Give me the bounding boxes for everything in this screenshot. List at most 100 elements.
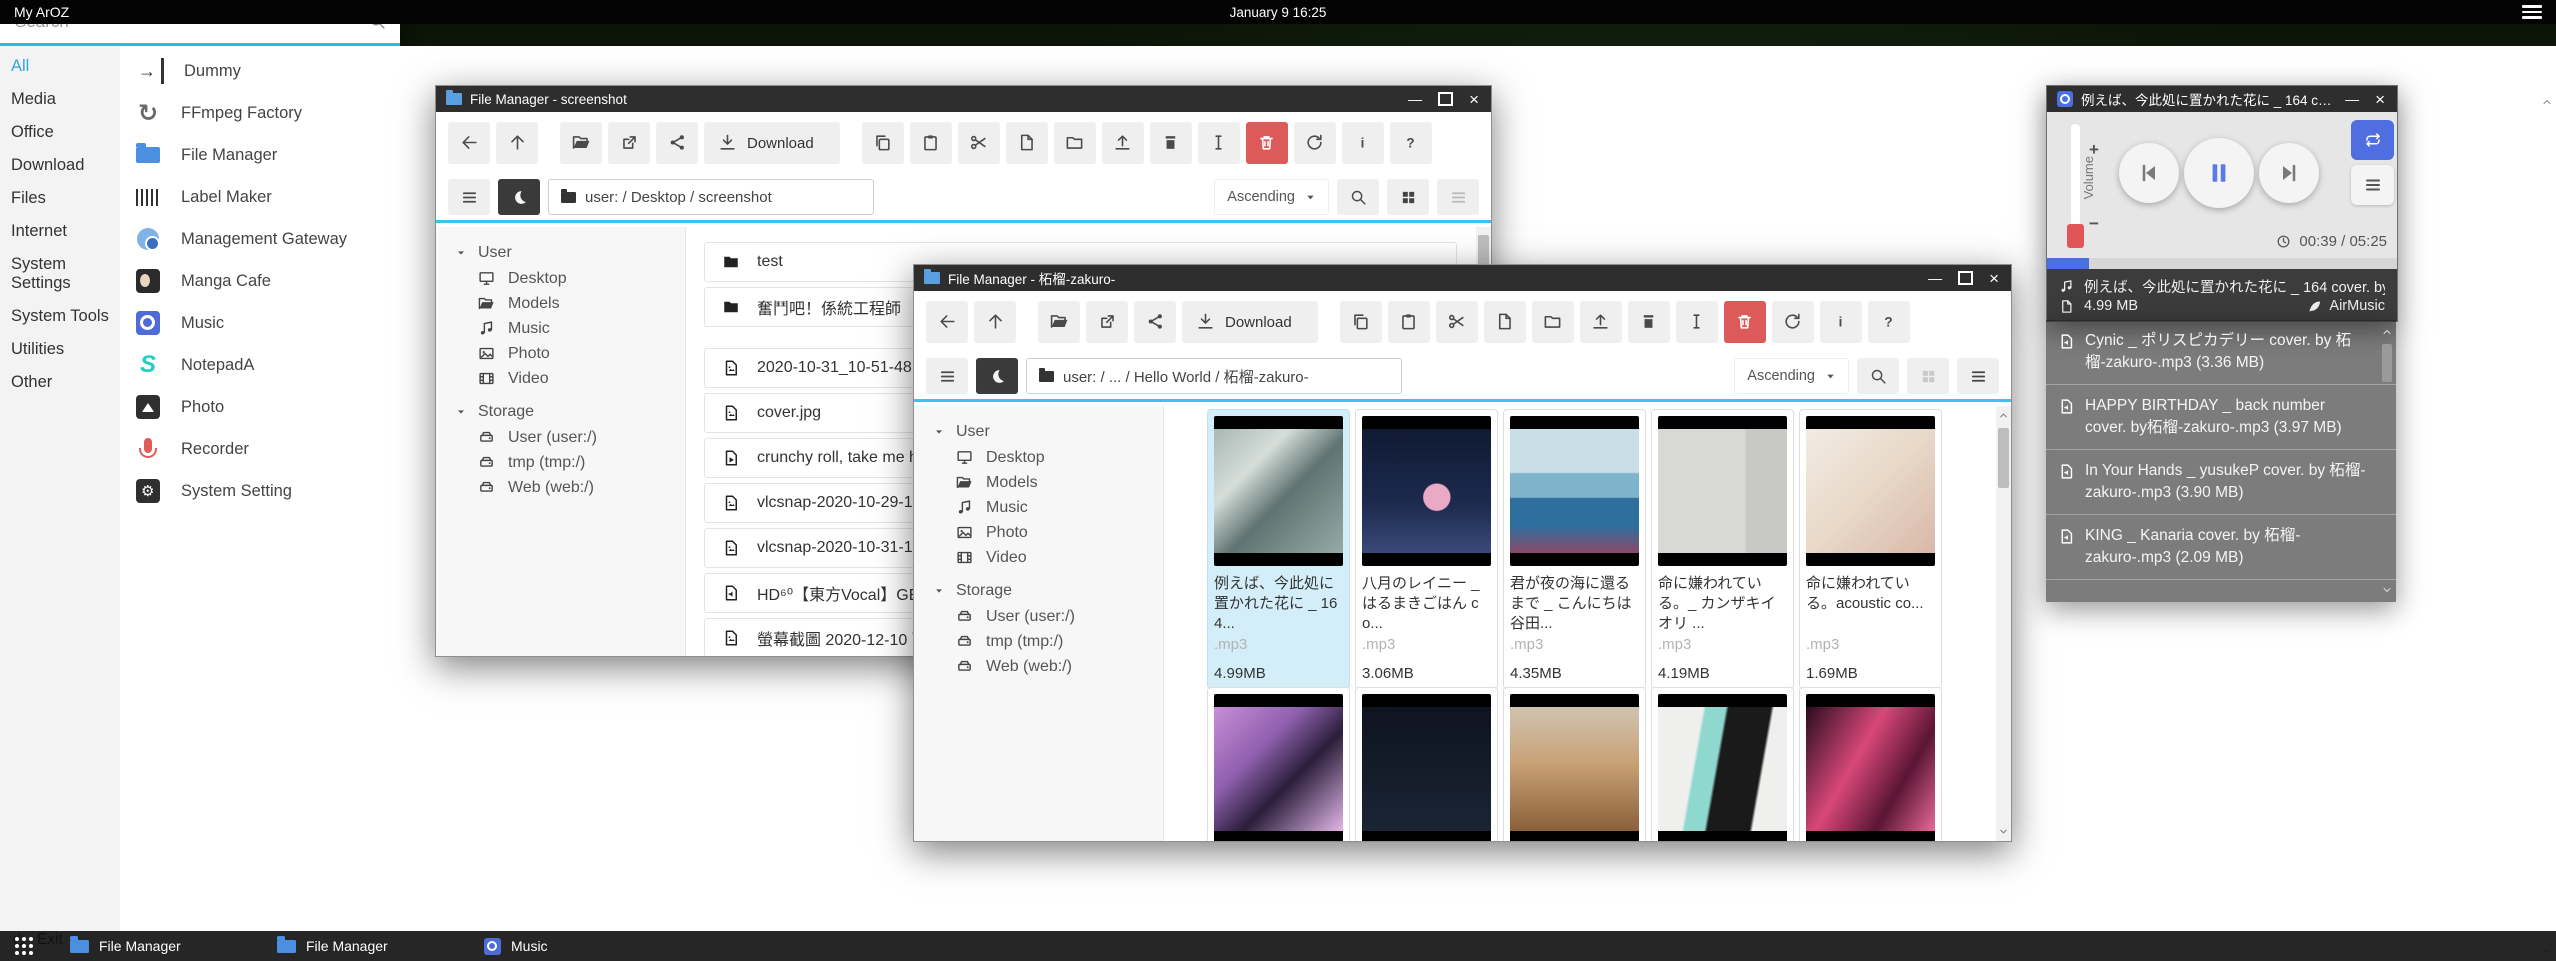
toolbar-button[interactable] [1580,301,1622,343]
file-tile[interactable]: 声 _ HarryP cover [1355,687,1498,841]
file-tile[interactable]: 葦と薹桜 _ 青木月 [1503,687,1646,841]
playlist-item[interactable]: Cynic _ ポリスピカデリー cover. by 柘榴-zakuro-.mp… [2046,320,2396,385]
category-item[interactable]: System Settings [0,248,120,300]
chevron-up-icon[interactable] [2381,326,2393,338]
playlist-item[interactable]: In Your Hands _ yusukeP cover. by 柘榴-zak… [2046,450,2396,515]
category-item[interactable]: Download [0,149,120,182]
sidebar-item[interactable]: User (user:/) [914,604,1163,629]
playlist-item[interactable]: KING _ Kanaria cover. by 柘榴-zakuro-.mp3 … [2046,515,2396,580]
toolbar-button[interactable] [926,301,968,343]
volume-slider-track[interactable] [2071,124,2080,226]
toolbar-button[interactable] [974,301,1016,343]
toolbar-button[interactable] [656,122,698,164]
dark-mode-toggle[interactable] [976,358,1018,394]
sidebar-item[interactable]: Video [436,366,685,391]
toolbar-button[interactable] [1388,301,1430,343]
volume-slider-thumb[interactable] [2067,224,2084,248]
toolbar-button[interactable] [1436,301,1478,343]
sidebar-item[interactable]: Photo [914,520,1163,545]
toolbar-button[interactable] [1868,301,1910,343]
toolbar-button[interactable] [1246,122,1288,164]
pause-button[interactable] [2184,138,2254,208]
window-titlebar[interactable]: 例えば、今此処に置かれた花に _ 164 c… — × [2047,86,2397,112]
scrollbar[interactable] [2381,324,2394,598]
toolbar-button[interactable] [1484,301,1526,343]
list-view-button[interactable] [1957,358,1999,394]
tree-group-storage[interactable]: Storage [914,578,1163,604]
scrollbar[interactable] [1996,406,2011,841]
toolbar-button[interactable] [1628,301,1670,343]
sidebar-item[interactable]: tmp (tmp:/) [436,450,685,475]
sidebar-item[interactable]: User (user:/) [436,425,685,450]
search-button[interactable] [1857,358,1899,394]
file-tile[interactable]: 命に嫌われている。_ カンザキイオリ ... .mp3 4.19MB [1651,409,1794,689]
category-item[interactable]: Utilities [0,333,120,366]
window-titlebar[interactable]: File Manager - 柘榴-zakuro- — × [914,265,2011,291]
taskbar-item[interactable]: Music [474,931,558,961]
toolbar-button[interactable] [1820,301,1862,343]
maximize-button[interactable] [1438,92,1453,106]
search-button[interactable] [1337,179,1379,215]
taskbar-item[interactable]: File Manager [267,931,398,961]
toolbar-button[interactable] [1150,122,1192,164]
toolbar-button[interactable] [608,122,650,164]
toolbar-button[interactable] [1134,301,1176,343]
minimize-button[interactable]: — [2345,92,2359,106]
repeat-button[interactable] [2351,120,2394,160]
toolbar-button[interactable]: Download [1182,301,1318,343]
sort-dropdown[interactable]: Ascending [1214,179,1329,215]
window-titlebar[interactable]: File Manager - screenshot — × [436,86,1491,112]
breadcrumb[interactable]: user: / Desktop / screenshot [548,179,874,215]
scrollbar-thumb[interactable] [2382,344,2392,382]
file-tile[interactable]: 例えば、今此処に置かれた花に _ 164... .mp3 4.99MB [1207,409,1350,689]
toolbar-button[interactable] [862,122,904,164]
hamburger-menu-icon[interactable] [2522,5,2542,19]
previous-track-button[interactable] [2119,143,2179,203]
category-item[interactable]: Internet [0,215,120,248]
tree-group-user[interactable]: User [436,240,685,266]
queue-menu-button[interactable] [2351,165,2394,205]
toolbar-button[interactable] [496,122,538,164]
toolbar-button[interactable] [1294,122,1336,164]
toolbar-button[interactable] [448,122,490,164]
category-item[interactable]: Office [0,116,120,149]
grid-view-button[interactable] [1907,358,1949,394]
sidebar-item[interactable]: Web (web:/) [436,475,685,500]
list-view-button[interactable] [1437,179,1479,215]
menu-button[interactable] [448,179,490,215]
playlist-item[interactable]: HAPPY BIRTHDAY _ back number cover. by柘榴… [2046,385,2396,450]
category-item[interactable]: Files [0,182,120,215]
sidebar-item[interactable]: Models [914,470,1163,495]
toolbar-button[interactable] [910,122,952,164]
toolbar-button[interactable] [1724,301,1766,343]
scrollbar[interactable] [2540,92,2554,961]
chevron-down-icon[interactable] [1998,826,2009,837]
app-launcher-icon[interactable] [14,936,34,956]
file-tile[interactable]: 四季折々に揺蕩い [1207,687,1350,841]
breadcrumb[interactable]: user: / ... / Hello World / 柘榴-zakuro- [1026,358,1402,394]
category-item[interactable]: System Tools [0,300,120,333]
file-tile[interactable]: 八月のレイニー _ はるまきごはん co... .mp3 3.06MB [1355,409,1498,689]
tree-group-user[interactable]: User [914,419,1163,445]
toolbar-button[interactable] [1532,301,1574,343]
tree-group-storage[interactable]: Storage [436,399,685,425]
category-item[interactable]: Other [0,366,120,399]
grid-view-button[interactable] [1387,179,1429,215]
sort-dropdown[interactable]: Ascending [1734,358,1849,394]
chevron-up-icon[interactable] [1998,410,2009,421]
close-button[interactable]: × [1469,91,1479,108]
dark-mode-toggle[interactable] [498,179,540,215]
sidebar-item[interactable]: Models [436,291,685,316]
scrollbar-thumb[interactable] [1998,428,2009,488]
toolbar-button[interactable] [1038,301,1080,343]
chevron-down-icon[interactable] [2381,584,2393,596]
progress-bar[interactable] [2047,258,2397,269]
sidebar-item[interactable]: Music [436,316,685,341]
file-tile[interactable]: 妄想感傷代償連盟 [1651,687,1794,841]
toolbar-button[interactable] [1086,301,1128,343]
sidebar-item[interactable]: Web (web:/) [914,654,1163,679]
close-button[interactable]: × [2375,91,2385,108]
next-track-button[interactable] [2259,143,2319,203]
file-tile[interactable]: 命に嫌われている。acoustic co... .mp3 1.69MB [1799,409,1942,689]
sidebar-item[interactable]: Desktop [914,445,1163,470]
